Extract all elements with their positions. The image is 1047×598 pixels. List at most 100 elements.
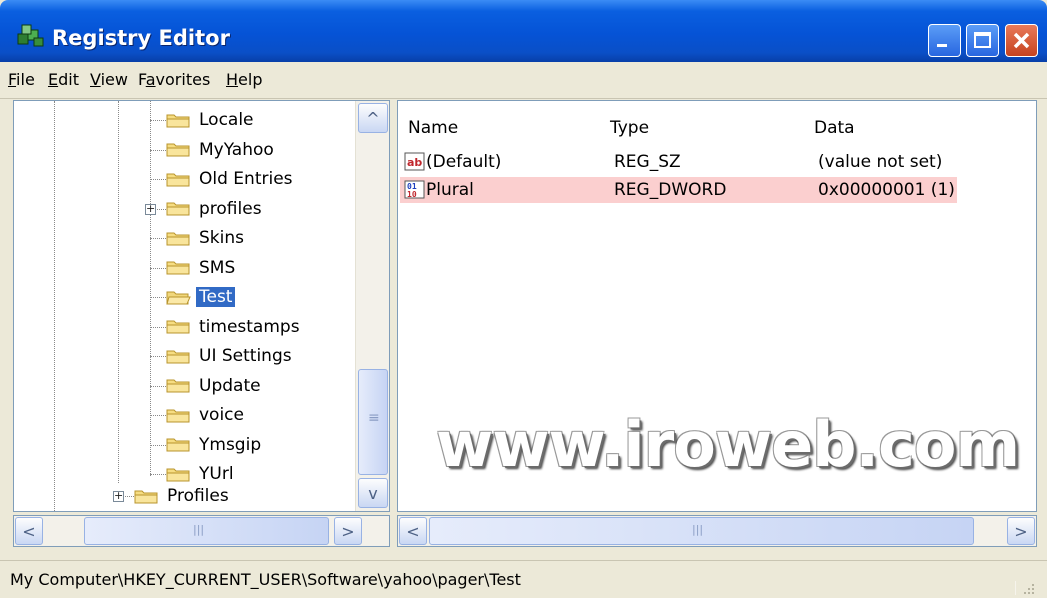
value-type: REG_DWORD — [614, 180, 727, 200]
column-header-name[interactable]: Name — [408, 118, 458, 138]
tree-item-sms[interactable]: SMS — [166, 255, 238, 281]
key-tree[interactable]: ^ ≡ v Locale MyYahoo Old Entries + profiles S… — [13, 100, 390, 512]
tree-item-myyahoo[interactable]: MyYahoo — [166, 137, 277, 163]
tree-item-label: YUrl — [199, 464, 234, 484]
svg-text:10: 10 — [407, 190, 417, 199]
tree-item-update[interactable]: Update — [166, 373, 264, 399]
list-item[interactable]: ab (Default) REG_SZ (value not set) — [402, 149, 957, 175]
tree-item-profiles[interactable]: profiles — [166, 196, 265, 222]
tree-guide-line — [118, 101, 119, 483]
title-bar[interactable]: Registry Editor — [0, 0, 1047, 62]
menu-favorites-accel: a — [145, 70, 156, 89]
folder-icon — [166, 379, 190, 393]
maximize-icon — [974, 32, 991, 48]
folder-icon — [134, 490, 158, 503]
tree-horizontal-scrollbar[interactable]: < ||| > — [13, 515, 390, 547]
tree-item-voice[interactable]: voice — [166, 402, 247, 428]
tree-guide-line — [150, 356, 166, 357]
menu-bar: File Edit View Favorites Help — [0, 62, 1047, 99]
folder-icon — [166, 232, 190, 245]
value-data: (value not set) — [818, 152, 943, 172]
chevron-up-icon: ^ — [366, 108, 380, 128]
tree-guide-line — [150, 415, 166, 416]
binary-value-icon: 01 10 — [404, 180, 425, 199]
column-header-data[interactable]: Data — [814, 118, 855, 138]
tree-item-skins[interactable]: Skins — [166, 225, 247, 251]
menu-file-label: ile — [16, 70, 35, 89]
grip-icon: ||| — [193, 523, 205, 536]
tree-item-label: MyYahoo — [199, 139, 274, 160]
tree-hscroll-thumb[interactable]: ||| — [84, 517, 329, 545]
tree-guide-line — [150, 326, 166, 328]
menu-view-accel: V — [90, 70, 101, 89]
scroll-down-button[interactable]: v — [358, 478, 388, 508]
menu-help[interactable]: Help — [226, 70, 262, 89]
menu-view[interactable]: View — [90, 70, 128, 89]
svg-text:ab: ab — [407, 156, 422, 169]
tree-item-test[interactable]: Test — [166, 284, 236, 310]
list-item[interactable]: 01 10 Plural REG_DWORD 0x00000001 (1) — [400, 177, 957, 203]
open-folder-icon — [166, 291, 191, 304]
folder-icon — [166, 114, 190, 127]
menu-help-accel: H — [226, 70, 239, 89]
tree-scroll-thumb[interactable]: ≡ — [358, 369, 388, 475]
folder-icon — [166, 202, 190, 216]
tree-item-label: Profiles — [167, 486, 229, 506]
tree-vertical-scrollbar[interactable]: ^ ≡ v — [355, 101, 389, 511]
folder-icon — [166, 173, 190, 186]
tree-item-timestamps[interactable]: timestamps — [166, 314, 303, 340]
scroll-up-button[interactable]: ^ — [358, 103, 388, 133]
tree-item-label: Update — [199, 375, 261, 396]
menu-favorites-label: vorites — [155, 70, 211, 89]
value-name: Plural — [426, 180, 474, 200]
registry-cubes-icon — [17, 24, 44, 47]
minimize-button[interactable] — [928, 24, 961, 57]
window-title: Registry Editor — [52, 26, 230, 50]
tree-guide-line — [150, 120, 166, 121]
values-horizontal-scrollbar[interactable]: < ||| > — [397, 515, 1037, 547]
tree-item-locale[interactable]: Locale — [166, 107, 257, 133]
tree-item-old-entries[interactable]: Old Entries — [166, 166, 296, 192]
menu-favorites[interactable]: Favorites — [138, 70, 210, 89]
maximize-button[interactable] — [966, 24, 999, 57]
chevron-right-icon: > — [1014, 521, 1028, 541]
grip-icon: ≡ — [368, 410, 380, 426]
chevron-left-icon: < — [22, 521, 36, 541]
menu-file[interactable]: File — [8, 70, 35, 89]
folder-icon — [166, 409, 190, 422]
tree-item-profiles[interactable]: Profiles — [134, 483, 232, 509]
menu-edit[interactable]: Edit — [48, 70, 79, 89]
resize-grip-icon[interactable] — [1015, 581, 1037, 595]
close-button[interactable] — [1005, 24, 1038, 57]
expand-button[interactable]: + — [113, 490, 124, 502]
status-bar: My Computer\HKEY_CURRENT_USER\Software\y… — [0, 560, 1047, 598]
tree-guide-line — [54, 101, 55, 511]
minimize-icon — [937, 44, 947, 47]
tree-guide-line — [150, 238, 166, 239]
menu-favorites-pre: F — [138, 70, 146, 89]
grip-icon: ||| — [692, 523, 704, 536]
tree-guide-line — [150, 149, 166, 151]
tree-guide-line — [150, 474, 166, 475]
tree-item-label: SMS — [199, 257, 236, 278]
tree-guide-line — [150, 179, 166, 180]
tree-item-ymsgip[interactable]: Ymsgip — [166, 432, 264, 458]
values-scroll-right-button[interactable]: > — [1007, 517, 1035, 545]
chevron-down-icon: v — [368, 483, 378, 503]
status-key-path: My Computer\HKEY_CURRENT_USER\Software\y… — [10, 570, 521, 589]
value-data: 0x00000001 (1) — [818, 180, 955, 200]
tree-item-ui-settings[interactable]: UI Settings — [166, 343, 295, 369]
values-hscroll-thumb[interactable]: ||| — [429, 517, 974, 545]
menu-help-label: elp — [238, 70, 263, 89]
watermark-text: www.iroweb.com — [436, 408, 1020, 481]
menu-edit-label: dit — [58, 70, 79, 89]
column-header-type[interactable]: Type — [610, 118, 649, 138]
folder-icon — [166, 350, 190, 363]
close-icon — [1013, 32, 1030, 49]
values-scroll-left-button[interactable]: < — [399, 517, 427, 545]
tree-scroll-right-button[interactable]: > — [334, 517, 362, 545]
expand-button[interactable]: + — [145, 203, 156, 215]
value-type: REG_SZ — [614, 152, 681, 172]
folder-icon — [166, 320, 190, 334]
tree-scroll-left-button[interactable]: < — [15, 517, 43, 545]
